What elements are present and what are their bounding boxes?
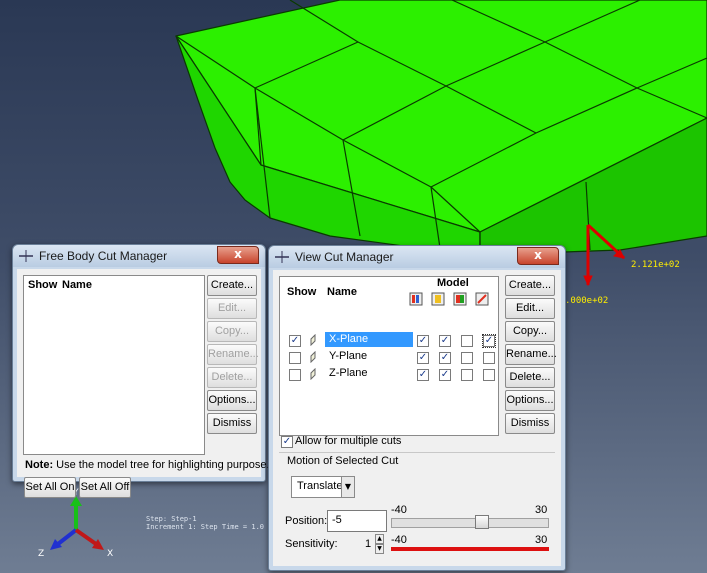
slider-min-label: -40 bbox=[391, 504, 407, 516]
window-title: Free Body Cut Manager bbox=[39, 249, 168, 263]
sensitivity-min-label: -40 bbox=[391, 534, 407, 546]
position-slider-handle[interactable] bbox=[475, 515, 489, 529]
column-model-header: Model bbox=[437, 277, 469, 289]
chevron-down-icon[interactable]: ▼ bbox=[341, 477, 354, 497]
sensitivity-label: Sensitivity: bbox=[285, 538, 338, 550]
model-checkbox-1[interactable]: ✓ bbox=[417, 369, 429, 381]
plane-icon bbox=[310, 334, 316, 346]
table-row[interactable]: ✓ X-Plane ✓ ✓ ✓ bbox=[279, 332, 497, 348]
copy-button[interactable]: Copy... bbox=[207, 321, 257, 342]
spin-up-icon[interactable]: ▲ bbox=[375, 534, 384, 544]
motion-group-label: Motion of Selected Cut bbox=[287, 455, 399, 467]
window-body: Show Name Create... Edit... Copy... Rena… bbox=[17, 269, 270, 498]
column-name-header: Name bbox=[327, 286, 357, 298]
model-checkbox-3[interactable] bbox=[461, 369, 473, 381]
column-show-header: Show bbox=[287, 286, 317, 298]
dismiss-button[interactable]: Dismiss bbox=[505, 413, 555, 434]
svg-text:Z: Z bbox=[38, 549, 44, 559]
plane-icon bbox=[310, 351, 316, 363]
create-button[interactable]: Create... bbox=[505, 275, 555, 296]
free-body-cut-manager-window: Free Body Cut Manager x Show Name Create… bbox=[12, 244, 270, 498]
show-checkbox[interactable] bbox=[289, 369, 301, 381]
sensitivity-spinner[interactable]: ▲ ▼ bbox=[375, 534, 384, 554]
motion-select-value: Translate bbox=[297, 480, 343, 492]
show-checkbox[interactable] bbox=[289, 352, 301, 364]
sensitivity-value: 1 bbox=[365, 538, 372, 550]
create-button[interactable]: Create... bbox=[207, 275, 257, 296]
allow-multiple-checkbox[interactable]: ✓ bbox=[281, 436, 293, 448]
rename-button[interactable]: Rename... bbox=[207, 344, 259, 365]
close-button[interactable]: x bbox=[517, 247, 559, 265]
view-cut-manager-window: View Cut Manager x Show Name Model ✓ X-P… bbox=[268, 245, 566, 571]
plane-icon bbox=[310, 368, 316, 380]
annotation-x-label: 2.121e+02 bbox=[631, 260, 680, 270]
svg-text:X: X bbox=[107, 549, 113, 559]
column-show-header: Show bbox=[28, 279, 58, 291]
note-message: Use the model tree for highlighting purp… bbox=[56, 459, 270, 471]
row-name: Y-Plane bbox=[329, 350, 368, 362]
position-label: Position: bbox=[285, 515, 328, 527]
motion-select[interactable]: Translate ▼ bbox=[291, 476, 355, 498]
table-row[interactable]: Y-Plane ✓ ✓ bbox=[279, 349, 497, 365]
model-checkbox-2[interactable]: ✓ bbox=[439, 335, 451, 347]
edit-button[interactable]: Edit... bbox=[505, 298, 555, 319]
model-checkbox-1[interactable]: ✓ bbox=[417, 352, 429, 364]
cut-above-icon bbox=[453, 292, 467, 306]
window-body: Show Name Model ✓ X-Plane ✓ ✓ ✓ Y-Plane … bbox=[273, 270, 561, 566]
rename-button[interactable]: Rename... bbox=[505, 344, 557, 365]
model-checkbox-1[interactable]: ✓ bbox=[417, 335, 429, 347]
window-title: View Cut Manager bbox=[295, 250, 394, 264]
model-checkbox-4[interactable]: ✓ bbox=[482, 334, 496, 348]
model-checkbox-3[interactable] bbox=[461, 335, 473, 347]
model-checkbox-4[interactable] bbox=[483, 352, 495, 364]
spin-down-icon[interactable]: ▼ bbox=[375, 544, 384, 554]
position-input-value: -5 bbox=[332, 514, 342, 526]
row-name: X-Plane bbox=[325, 332, 413, 347]
dismiss-button[interactable]: Dismiss bbox=[207, 413, 257, 434]
step-info-line1: Step: Step-1 bbox=[146, 515, 197, 523]
model-checkbox-2[interactable]: ✓ bbox=[439, 369, 451, 381]
set-all-off-button[interactable]: Set All Off bbox=[79, 477, 131, 498]
row-name: Z-Plane bbox=[329, 367, 368, 379]
step-info-line2: Increment 1: Step Time = 1.0 bbox=[146, 523, 264, 531]
table-row[interactable]: Z-Plane ✓ ✓ bbox=[279, 366, 497, 382]
set-all-on-button[interactable]: Set All On bbox=[24, 477, 76, 498]
model-checkbox-4[interactable] bbox=[483, 369, 495, 381]
sensitivity-max-label: 30 bbox=[535, 534, 548, 546]
abaqus-logo-icon bbox=[19, 250, 33, 262]
axis-triad-icon: Y Z X bbox=[38, 488, 113, 559]
delete-button[interactable]: Delete... bbox=[207, 367, 257, 388]
cut-free-icon bbox=[475, 292, 489, 306]
cut-model-icon bbox=[409, 292, 423, 306]
cut-below-icon bbox=[431, 292, 445, 306]
edit-button[interactable]: Edit... bbox=[207, 298, 257, 319]
model-checkbox-2[interactable]: ✓ bbox=[439, 352, 451, 364]
options-button[interactable]: Options... bbox=[505, 390, 555, 411]
copy-button[interactable]: Copy... bbox=[505, 321, 555, 342]
note-text: Note: Use the model tree for highlightin… bbox=[25, 459, 270, 471]
delete-button[interactable]: Delete... bbox=[505, 367, 555, 388]
show-checkbox[interactable]: ✓ bbox=[289, 335, 301, 347]
annotation-y-label: .000e+02 bbox=[565, 296, 608, 306]
close-button[interactable]: x bbox=[217, 246, 259, 264]
model-icons-row bbox=[409, 292, 489, 306]
cut-list[interactable] bbox=[23, 275, 205, 455]
allow-multiple-label: Allow for multiple cuts bbox=[295, 435, 402, 447]
model-checkbox-3[interactable] bbox=[461, 352, 473, 364]
slider-max-label: 30 bbox=[535, 504, 548, 516]
sensitivity-bar[interactable] bbox=[391, 547, 549, 551]
column-name-header: Name bbox=[62, 279, 92, 291]
position-slider-track[interactable] bbox=[391, 518, 549, 528]
position-input[interactable]: -5 bbox=[327, 510, 387, 532]
abaqus-logo-icon bbox=[275, 251, 289, 263]
divider bbox=[279, 452, 555, 453]
note-label: Note: bbox=[25, 459, 54, 471]
options-button[interactable]: Options... bbox=[207, 390, 257, 411]
